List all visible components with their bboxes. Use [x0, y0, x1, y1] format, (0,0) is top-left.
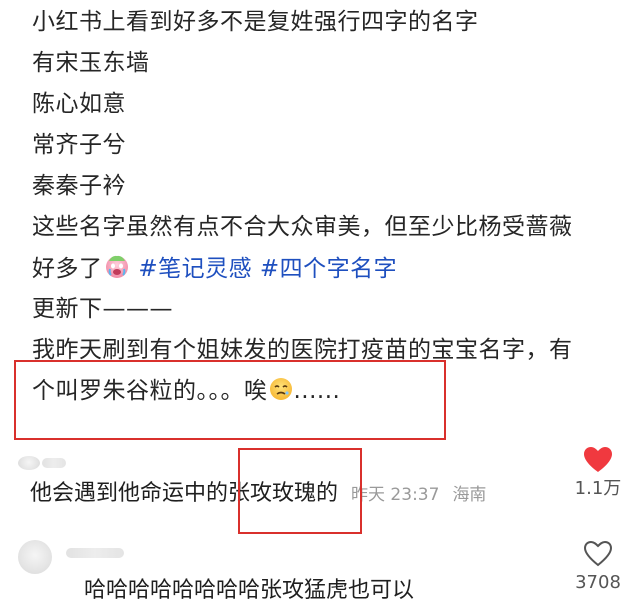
post-line-8: 更新下——— [32, 296, 173, 322]
comment-1-time: 昨天 23:37 [351, 485, 440, 505]
post-line-2: 有宋玉东墙 [32, 50, 150, 76]
hashtag-link-2[interactable]: #四个字名字 [260, 256, 397, 282]
comment-1-location: 海南 [452, 485, 487, 505]
comment-1-text-before: 他会遇到他命运中的 [30, 481, 229, 506]
post-line-7: 好多了 #笔记灵感 #四个字名字 [32, 252, 397, 289]
post-line-6: 这些名字虽然有点不合大众审美，但至少比杨受蔷薇 [32, 214, 573, 240]
post-line-7-text: 好多了 [32, 256, 103, 282]
post-line-4: 常齐子兮 [32, 132, 126, 158]
like-count-2: 3708 [575, 572, 621, 593]
like-button-2[interactable]: 3708 [562, 540, 634, 594]
comment-text-2: 哈哈哈哈哈哈哈哈张攻猛虎也可以 [84, 578, 415, 603]
crying-face-icon [103, 252, 131, 289]
avatar[interactable] [18, 456, 40, 470]
heart-filled-icon [584, 447, 612, 472]
comment-username-blurred[interactable] [66, 548, 124, 558]
like-button-1[interactable]: 1.1万 [562, 446, 634, 500]
highlight-box-post [14, 360, 446, 440]
post-line-3: 陈心如意 [32, 91, 126, 117]
comment-item-2[interactable]: 哈哈哈哈哈哈哈哈张攻猛虎也可以 3708 [0, 536, 640, 606]
highlight-box-comment [238, 448, 362, 534]
comment-username-blurred[interactable] [42, 458, 66, 468]
heart-outline-icon [583, 540, 613, 567]
post-line-5: 秦秦子衿 [32, 173, 126, 199]
post-line-1: 小红书上看到好多不是复姓强行四字的名字 [32, 9, 479, 35]
avatar[interactable] [18, 540, 52, 574]
hashtag-link-1[interactable]: #笔记灵感 [138, 256, 252, 282]
like-count-1: 1.1万 [574, 478, 622, 499]
